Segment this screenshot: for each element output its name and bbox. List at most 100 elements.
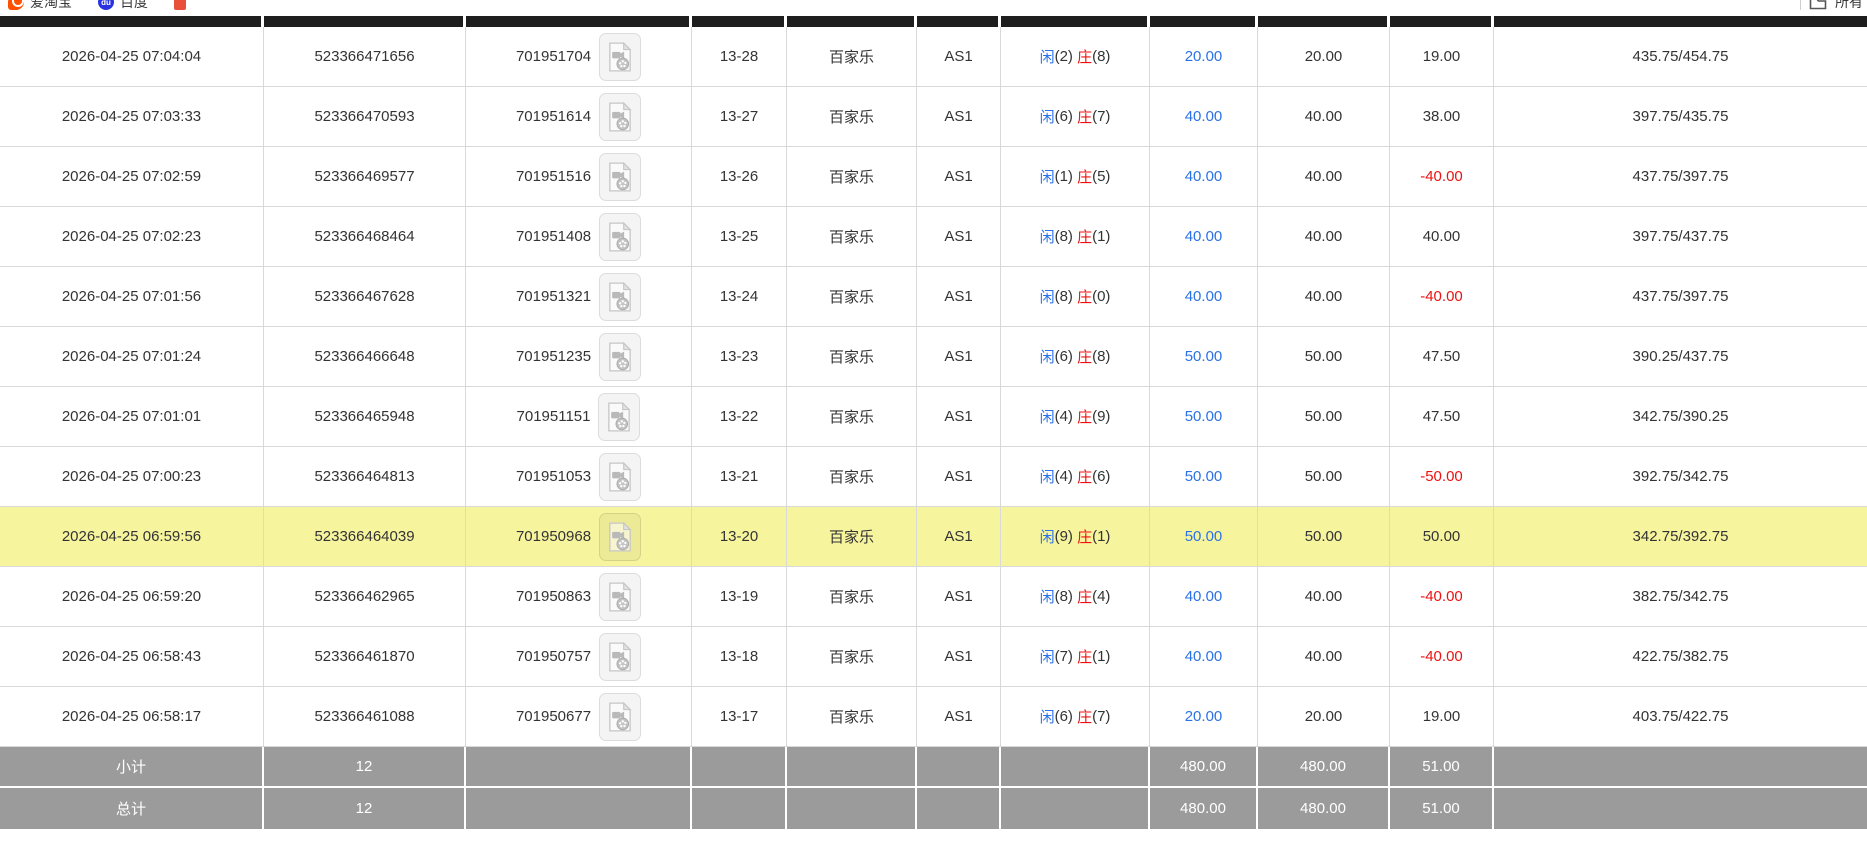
balance-before-after: 397.75/437.75 — [1494, 207, 1867, 266]
table-row[interactable]: 2026-04-25 07:02:59 523366469577 7019515… — [0, 147, 1867, 207]
table-row[interactable]: 2026-04-25 06:58:17 523366461088 7019506… — [0, 687, 1867, 747]
video-replay-button[interactable] — [599, 153, 641, 201]
game-id: 701951614 — [516, 108, 591, 125]
table-name: AS1 — [917, 327, 1001, 386]
table-row[interactable]: 2026-04-25 07:00:23 523366464813 7019510… — [0, 447, 1867, 507]
bet-time: 2026-04-25 06:59:20 — [0, 567, 264, 626]
game-round-id-cell: 701951053 — [466, 447, 692, 506]
bet-time: 2026-04-25 07:01:01 — [0, 387, 264, 446]
table-row[interactable]: 2026-04-25 06:59:20 523366462965 7019508… — [0, 567, 1867, 627]
betting-records-page: { "bookmarks_bar": { "items": [ {"icon":… — [0, 0, 1867, 846]
win-loss: -40.00 — [1390, 567, 1494, 626]
table-name: AS1 — [917, 207, 1001, 266]
game-result: 闲(6) 庄(8) — [1001, 327, 1150, 386]
bet-id: 523366464813 — [264, 447, 466, 506]
header-cell — [1390, 16, 1494, 27]
bookmarks-all-section[interactable]: 所有 — [1800, 0, 1863, 12]
table-summary: 小计 12 480.00 480.00 51.00 总计 12 480.00 4… — [0, 747, 1867, 829]
game-round-id-cell: 701950757 — [466, 627, 692, 686]
summary-valid-total: 480.00 — [1258, 788, 1390, 829]
bet-time: 2026-04-25 07:01:24 — [0, 327, 264, 386]
video-replay-button[interactable] — [599, 33, 641, 81]
bet-id: 523366471656 — [264, 27, 466, 86]
video-file-icon — [608, 462, 632, 492]
video-replay-button[interactable] — [599, 573, 641, 621]
video-replay-button[interactable] — [599, 633, 641, 681]
table-name: AS1 — [917, 387, 1001, 446]
header-cell — [1001, 16, 1150, 27]
balance-before-after: 435.75/454.75 — [1494, 27, 1867, 86]
bet-time: 2026-04-25 07:00:23 — [0, 447, 264, 506]
table-name: AS1 — [917, 507, 1001, 566]
game-round-id-cell: 701951704 — [466, 27, 692, 86]
win-loss: 47.50 — [1390, 387, 1494, 446]
win-loss: 19.00 — [1390, 27, 1494, 86]
header-cell — [466, 16, 692, 27]
table-name: AS1 — [917, 147, 1001, 206]
video-replay-button[interactable] — [598, 393, 640, 441]
round-label: 13-26 — [692, 147, 787, 206]
bookmark-taobao[interactable]: 爱淘宝 — [8, 0, 72, 12]
win-loss: -40.00 — [1390, 267, 1494, 326]
header-cell — [264, 16, 466, 27]
game-round-id-cell: 701951151 — [466, 387, 692, 446]
game-result: 闲(6) 庄(7) — [1001, 87, 1150, 146]
summary-count: 12 — [264, 788, 466, 829]
win-loss: -40.00 — [1390, 627, 1494, 686]
game-id: 701950968 — [516, 528, 591, 545]
video-replay-button[interactable] — [599, 453, 641, 501]
game-name: 百家乐 — [787, 447, 917, 506]
game-name: 百家乐 — [787, 507, 917, 566]
bet-id: 523366470593 — [264, 87, 466, 146]
balance-before-after: 422.75/382.75 — [1494, 627, 1867, 686]
game-id: 701951235 — [516, 348, 591, 365]
folder-icon — [1809, 0, 1827, 10]
round-label: 13-17 — [692, 687, 787, 746]
balance-before-after: 392.75/342.75 — [1494, 447, 1867, 506]
table-row[interactable]: 2026-04-25 06:58:43 523366461870 7019507… — [0, 627, 1867, 687]
game-id: 701951516 — [516, 168, 591, 185]
game-round-id-cell: 701950677 — [466, 687, 692, 746]
game-id: 701950863 — [516, 588, 591, 605]
win-loss: 47.50 — [1390, 327, 1494, 386]
bet-time: 2026-04-25 07:02:23 — [0, 207, 264, 266]
table-row[interactable]: 2026-04-25 07:01:56 523366467628 7019513… — [0, 267, 1867, 327]
summary-label: 小计 — [0, 747, 264, 788]
video-file-icon — [608, 42, 632, 72]
video-replay-button[interactable] — [599, 333, 641, 381]
bet-id: 523366464039 — [264, 507, 466, 566]
bet-time: 2026-04-25 07:01:56 — [0, 267, 264, 326]
video-replay-button[interactable] — [599, 273, 641, 321]
bet-amount: 50.00 — [1150, 447, 1258, 506]
game-round-id-cell: 701951516 — [466, 147, 692, 206]
valid-amount: 20.00 — [1258, 27, 1390, 86]
summary-win-loss-total: 51.00 — [1390, 747, 1494, 788]
table-row[interactable]: 2026-04-25 07:01:01 523366465948 7019511… — [0, 387, 1867, 447]
game-id: 701951151 — [517, 408, 591, 425]
table-row[interactable]: 2026-04-25 07:02:23 523366468464 7019514… — [0, 207, 1867, 267]
game-round-id-cell: 701950863 — [466, 567, 692, 626]
bet-amount: 40.00 — [1150, 87, 1258, 146]
win-loss: -50.00 — [1390, 447, 1494, 506]
table-row[interactable]: 2026-04-25 06:59:56 523366464039 7019509… — [0, 507, 1867, 567]
game-result: 闲(2) 庄(8) — [1001, 27, 1150, 86]
bet-amount: 40.00 — [1150, 147, 1258, 206]
video-replay-button[interactable] — [599, 693, 641, 741]
video-replay-button[interactable] — [599, 213, 641, 261]
video-replay-button[interactable] — [599, 513, 641, 561]
game-result: 闲(4) 庄(9) — [1001, 387, 1150, 446]
table-row[interactable]: 2026-04-25 07:03:33 523366470593 7019516… — [0, 87, 1867, 147]
game-id: 701951408 — [516, 228, 591, 245]
bookmark-baidu[interactable]: du 百度 — [98, 0, 148, 12]
video-replay-button[interactable] — [599, 93, 641, 141]
game-result: 闲(9) 庄(1) — [1001, 507, 1150, 566]
table-row[interactable]: 2026-04-25 07:04:04 523366471656 7019517… — [0, 27, 1867, 87]
table-row[interactable]: 2026-04-25 07:01:24 523366466648 7019512… — [0, 327, 1867, 387]
game-result: 闲(7) 庄(1) — [1001, 627, 1150, 686]
valid-amount: 50.00 — [1258, 387, 1390, 446]
game-result: 闲(8) 庄(4) — [1001, 567, 1150, 626]
bookmark-partial[interactable] — [174, 0, 186, 10]
game-name: 百家乐 — [787, 627, 917, 686]
bet-id: 523366466648 — [264, 327, 466, 386]
bet-id: 523366461870 — [264, 627, 466, 686]
